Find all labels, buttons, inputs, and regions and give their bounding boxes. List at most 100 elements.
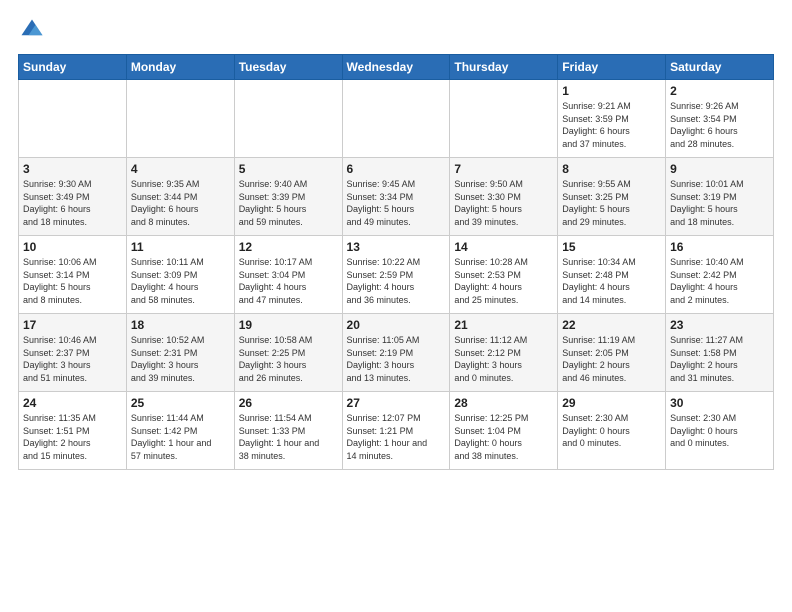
day-info: Sunrise: 10:46 AM Sunset: 2:37 PM Daylig…: [23, 334, 122, 384]
day-info: Sunrise: 10:01 AM Sunset: 3:19 PM Daylig…: [670, 178, 769, 228]
day-info: Sunset: 2:30 AM Daylight: 0 hours and 0 …: [562, 412, 661, 450]
calendar-cell: 23 Sunrise: 11:27 AM Sunset: 1:58 PM Dayl…: [666, 314, 774, 392]
calendar-cell: [126, 80, 234, 158]
calendar-week-row: 3 Sunrise: 9:30 AM Sunset: 3:49 PM Daylig…: [19, 158, 774, 236]
calendar-week-row: 24 Sunrise: 11:35 AM Sunset: 1:51 PM Dayl…: [19, 392, 774, 470]
calendar-cell: 1 Sunrise: 9:21 AM Sunset: 3:59 PM Daylig…: [558, 80, 666, 158]
day-number: 6: [347, 162, 446, 176]
day-number: 27: [347, 396, 446, 410]
calendar-table: SundayMondayTuesdayWednesdayThursdayFrid…: [18, 54, 774, 470]
day-info: Sunrise: 11:27 AM Sunset: 1:58 PM Daylig…: [670, 334, 769, 384]
header-row: SundayMondayTuesdayWednesdayThursdayFrid…: [19, 55, 774, 80]
day-info: Sunrise: 11:05 AM Sunset: 2:19 PM Daylig…: [347, 334, 446, 384]
day-info: Sunrise: 9:40 AM Sunset: 3:39 PM Dayligh…: [239, 178, 338, 228]
calendar-cell: 30Sunset: 2:30 AM Daylight: 0 hours and …: [666, 392, 774, 470]
day-number: 26: [239, 396, 338, 410]
day-info: Sunrise: 9:45 AM Sunset: 3:34 PM Dayligh…: [347, 178, 446, 228]
calendar-week-row: 10 Sunrise: 10:06 AM Sunset: 3:14 PM Dayl…: [19, 236, 774, 314]
day-info: Sunset: 2:30 AM Daylight: 0 hours and 0 …: [670, 412, 769, 450]
day-number: 24: [23, 396, 122, 410]
calendar-cell: 18Sunrise: 10:52 AM Sunset: 2:31 PM Dayl…: [126, 314, 234, 392]
calendar-cell: 2 Sunrise: 9:26 AM Sunset: 3:54 PM Daylig…: [666, 80, 774, 158]
logo-icon: [18, 16, 46, 44]
calendar-cell: 10 Sunrise: 10:06 AM Sunset: 3:14 PM Dayl…: [19, 236, 127, 314]
day-info: Sunrise: 9:30 AM Sunset: 3:49 PM Dayligh…: [23, 178, 122, 228]
calendar-cell: 9 Sunrise: 10:01 AM Sunset: 3:19 PM Dayli…: [666, 158, 774, 236]
day-info: Sunrise: 9:50 AM Sunset: 3:30 PM Dayligh…: [454, 178, 553, 228]
day-number: 20: [347, 318, 446, 332]
weekday-header: Saturday: [666, 55, 774, 80]
calendar-cell: 29 Sunset: 2:30 AM Daylight: 0 hours and …: [558, 392, 666, 470]
day-info: Sunrise: 10:11 AM Sunset: 3:09 PM Daylig…: [131, 256, 230, 306]
day-number: 25: [131, 396, 230, 410]
weekday-header: Tuesday: [234, 55, 342, 80]
day-info: Sunrise: 9:35 AM Sunset: 3:44 PM Dayligh…: [131, 178, 230, 228]
day-info: Sunrise: 9:21 AM Sunset: 3:59 PM Dayligh…: [562, 100, 661, 150]
day-number: 1: [562, 84, 661, 98]
day-info: Sunrise: 11:12 AM Sunset: 2:12 PM Daylig…: [454, 334, 553, 384]
calendar-cell: 11Sunrise: 10:11 AM Sunset: 3:09 PM Dayl…: [126, 236, 234, 314]
day-info: Sunrise: 10:22 AM Sunset: 2:59 PM Daylig…: [347, 256, 446, 306]
day-number: 10: [23, 240, 122, 254]
calendar-cell: 6 Sunrise: 9:45 AM Sunset: 3:34 PM Daylig…: [342, 158, 450, 236]
day-number: 28: [454, 396, 553, 410]
calendar-cell: 19 Sunrise: 10:58 AM Sunset: 2:25 PM Dayl…: [234, 314, 342, 392]
calendar-cell: 3 Sunrise: 9:30 AM Sunset: 3:49 PM Daylig…: [19, 158, 127, 236]
weekday-header: Thursday: [450, 55, 558, 80]
calendar-cell: 12 Sunrise: 10:17 AM Sunset: 3:04 PM Dayl…: [234, 236, 342, 314]
day-number: 14: [454, 240, 553, 254]
day-info: Sunrise: 12:07 PM Sunset: 1:21 PM Daylig…: [347, 412, 446, 462]
day-number: 9: [670, 162, 769, 176]
calendar-cell: 5 Sunrise: 9:40 AM Sunset: 3:39 PM Daylig…: [234, 158, 342, 236]
calendar-cell: [450, 80, 558, 158]
calendar-cell: 22 Sunrise: 11:19 AM Sunset: 2:05 PM Dayl…: [558, 314, 666, 392]
day-info: Sunrise: 10:40 AM Sunset: 2:42 PM Daylig…: [670, 256, 769, 306]
day-number: 13: [347, 240, 446, 254]
weekday-header: Sunday: [19, 55, 127, 80]
calendar-cell: 24 Sunrise: 11:35 AM Sunset: 1:51 PM Dayl…: [19, 392, 127, 470]
calendar-cell: [19, 80, 127, 158]
calendar-cell: 8 Sunrise: 9:55 AM Sunset: 3:25 PM Daylig…: [558, 158, 666, 236]
page: SundayMondayTuesdayWednesdayThursdayFrid…: [0, 0, 792, 480]
day-info: Sunrise: 11:44 AM Sunset: 1:42 PM Daylig…: [131, 412, 230, 462]
day-number: 22: [562, 318, 661, 332]
calendar-cell: 14 Sunrise: 10:28 AM Sunset: 2:53 PM Dayl…: [450, 236, 558, 314]
day-number: 4: [131, 162, 230, 176]
day-info: Sunrise: 10:34 AM Sunset: 2:48 PM Daylig…: [562, 256, 661, 306]
day-number: 19: [239, 318, 338, 332]
day-info: Sunrise: 9:26 AM Sunset: 3:54 PM Dayligh…: [670, 100, 769, 150]
day-info: Sunrise: 11:35 AM Sunset: 1:51 PM Daylig…: [23, 412, 122, 462]
day-number: 23: [670, 318, 769, 332]
day-number: 7: [454, 162, 553, 176]
weekday-header: Monday: [126, 55, 234, 80]
calendar-cell: 20 Sunrise: 11:05 AM Sunset: 2:19 PM Dayl…: [342, 314, 450, 392]
calendar-cell: 7 Sunrise: 9:50 AM Sunset: 3:30 PM Daylig…: [450, 158, 558, 236]
calendar-cell: 27 Sunrise: 12:07 PM Sunset: 1:21 PM Dayl…: [342, 392, 450, 470]
calendar-cell: [342, 80, 450, 158]
calendar-cell: 13 Sunrise: 10:22 AM Sunset: 2:59 PM Dayl…: [342, 236, 450, 314]
day-info: Sunrise: 10:28 AM Sunset: 2:53 PM Daylig…: [454, 256, 553, 306]
day-number: 12: [239, 240, 338, 254]
calendar-cell: 25 Sunrise: 11:44 AM Sunset: 1:42 PM Dayl…: [126, 392, 234, 470]
day-number: 2: [670, 84, 769, 98]
day-info: Sunrise: 10:17 AM Sunset: 3:04 PM Daylig…: [239, 256, 338, 306]
day-info: Sunrise: 11:19 AM Sunset: 2:05 PM Daylig…: [562, 334, 661, 384]
calendar-cell: 26Sunrise: 11:54 AM Sunset: 1:33 PM Dayl…: [234, 392, 342, 470]
day-info: Sunrise: 12:25 PM Sunset: 1:04 PM Daylig…: [454, 412, 553, 462]
day-info: Sunrise: 10:58 AM Sunset: 2:25 PM Daylig…: [239, 334, 338, 384]
calendar-week-row: 17Sunrise: 10:46 AM Sunset: 2:37 PM Dayl…: [19, 314, 774, 392]
day-info: Sunrise: 9:55 AM Sunset: 3:25 PM Dayligh…: [562, 178, 661, 228]
weekday-header: Friday: [558, 55, 666, 80]
day-number: 5: [239, 162, 338, 176]
day-number: 21: [454, 318, 553, 332]
calendar-cell: 16 Sunrise: 10:40 AM Sunset: 2:42 PM Dayl…: [666, 236, 774, 314]
calendar-cell: 17Sunrise: 10:46 AM Sunset: 2:37 PM Dayl…: [19, 314, 127, 392]
day-number: 29: [562, 396, 661, 410]
day-info: Sunrise: 10:06 AM Sunset: 3:14 PM Daylig…: [23, 256, 122, 306]
day-number: 3: [23, 162, 122, 176]
day-info: Sunrise: 10:52 AM Sunset: 2:31 PM Daylig…: [131, 334, 230, 384]
calendar-cell: 4 Sunrise: 9:35 AM Sunset: 3:44 PM Daylig…: [126, 158, 234, 236]
day-number: 8: [562, 162, 661, 176]
day-number: 16: [670, 240, 769, 254]
logo: [18, 16, 48, 44]
